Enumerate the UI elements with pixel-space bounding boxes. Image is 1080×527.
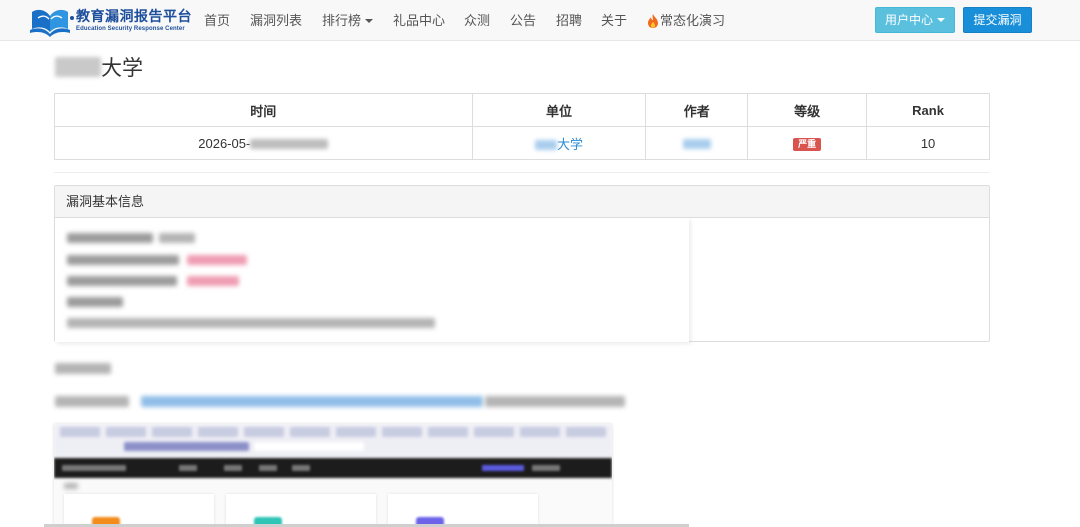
header-rank: Rank [866,93,990,127]
redacted-link[interactable] [141,396,483,407]
time-prefix: 2026-05- [198,135,251,151]
nav-announcements[interactable]: 公告 [510,0,536,41]
vuln-info-table: 时间 单位 作者 等级 Rank 2026-05- 大学 严重 10 [54,93,990,160]
page-title: 大学 [55,53,143,81]
redacted-unit [534,140,557,151]
cell-level: 严重 [747,126,868,160]
panel-body [55,218,689,342]
brand-subtitle: Education Security Response Center [76,26,185,32]
panel-heading: 漏洞基本信息 [55,186,989,218]
redacted-line [55,363,111,374]
redacted-line [55,396,129,407]
nav-vuln-list[interactable]: 漏洞列表 [250,0,302,41]
screenshot-browser-bar [54,424,612,458]
redacted-time [250,139,329,150]
redacted-line [67,318,435,328]
redacted-line [485,396,625,407]
brand-name: 教育漏洞报告平台 [76,8,192,24]
vuln-basic-info-panel: 漏洞基本信息 [54,185,990,342]
table-header-row: 时间 单位 作者 等级 Rank [54,93,990,127]
top-navbar: 教育漏洞报告平台 Education Security Response Cen… [0,0,1080,41]
cell-time: 2026-05- [54,126,473,160]
nav-home[interactable]: 首页 [204,0,230,41]
cell-unit[interactable]: 大学 [471,126,647,160]
user-center-button[interactable]: 用户中心 [875,7,955,33]
caret-down-icon [937,17,945,22]
header-unit: 单位 [471,93,647,127]
nav-leaderboard-label: 排行榜 [322,13,362,28]
embedded-screenshot [54,424,612,527]
nav-jobs[interactable]: 招聘 [556,0,582,41]
submit-vuln-button[interactable]: 提交漏洞 [963,7,1032,33]
cell-rank: 10 [866,126,990,160]
redacted-line [67,233,153,243]
redacted-line [159,233,195,243]
divider [54,172,990,173]
level-badge: 严重 [793,138,822,151]
brand[interactable]: 教育漏洞报告平台 Education Security Response Cen… [28,4,192,37]
redacted-line [187,276,239,286]
nav-exercise-label: 常态化演习 [660,13,726,28]
header-time: 时间 [54,93,473,127]
fire-icon [648,13,658,28]
user-center-label: 用户中心 [884,13,933,27]
redacted-title-text [55,57,101,77]
page-title-suffix: 大学 [101,57,143,80]
nav-crowd-test[interactable]: 众测 [464,0,490,41]
unit-link[interactable]: 大学 [557,137,583,152]
nav-leaderboard[interactable]: 排行榜 [322,0,374,41]
book-logo-icon [30,9,74,37]
redacted-line [187,255,247,265]
nav-about[interactable]: 关于 [601,0,627,41]
redacted-author[interactable] [682,139,711,150]
caret-down-icon [365,18,374,23]
nav-gift-center[interactable]: 礼品中心 [393,0,445,41]
redacted-line [67,276,177,286]
header-author: 作者 [645,93,749,127]
table-row: 2026-05- 大学 严重 10 [54,126,990,160]
nav-exercise[interactable]: 常态化演习 [647,0,725,41]
screenshot-dark-nav [54,458,612,478]
redacted-line [67,255,179,265]
redacted-line [67,297,123,307]
header-level: 等级 [747,93,868,127]
cell-author[interactable] [645,126,749,160]
